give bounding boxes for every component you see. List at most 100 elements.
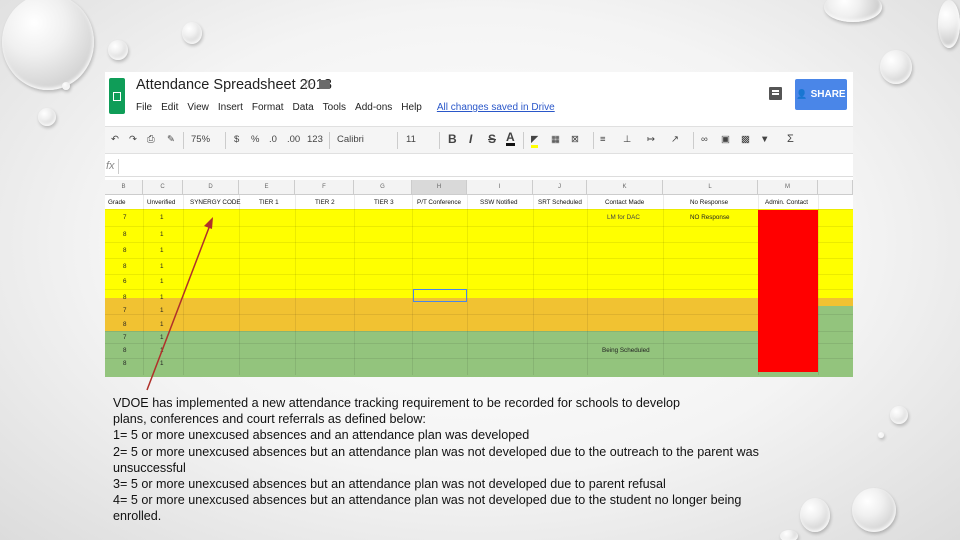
header-cell[interactable]: Grade xyxy=(108,199,126,206)
percent-format-button[interactable]: % xyxy=(251,134,259,145)
increase-decimal-button[interactable]: .00 xyxy=(287,134,300,145)
header-cell[interactable]: TIER 2 xyxy=(315,199,335,206)
grade-cell[interactable]: 8 xyxy=(123,321,127,328)
menu-edit[interactable]: Edit xyxy=(161,102,178,113)
grade-cell[interactable]: 7 xyxy=(123,334,127,341)
column-header[interactable]: C xyxy=(143,180,183,195)
column-header[interactable]: G xyxy=(354,180,412,195)
column-header[interactable]: L xyxy=(663,180,758,195)
column-header[interactable]: B xyxy=(105,180,143,195)
decrease-decimal-button[interactable]: .0 xyxy=(269,134,277,145)
unverified-cell[interactable]: 1 xyxy=(160,214,164,221)
functions-button[interactable]: Σ xyxy=(787,133,794,145)
header-cell[interactable]: Contact Made xyxy=(605,199,644,206)
no-response-cell[interactable]: NO Response xyxy=(690,214,730,221)
grade-cell[interactable]: 7 xyxy=(123,307,127,314)
column-header[interactable]: J xyxy=(533,180,587,195)
insert-chart-icon[interactable]: ▩ xyxy=(741,134,750,145)
unverified-cell[interactable]: 1 xyxy=(160,263,164,270)
font-size-select[interactable]: 11 xyxy=(406,134,416,145)
grid-line xyxy=(105,343,853,344)
grade-cell[interactable]: 8 xyxy=(123,247,127,254)
menu-view[interactable]: View xyxy=(187,102,209,113)
unverified-cell[interactable]: 1 xyxy=(160,334,164,341)
star-icon[interactable]: ☆ xyxy=(302,77,314,93)
menu-format[interactable]: Format xyxy=(252,102,284,113)
menu-insert[interactable]: Insert xyxy=(218,102,243,113)
unverified-cell[interactable]: 1 xyxy=(160,307,164,314)
unverified-cell[interactable]: 1 xyxy=(160,360,164,367)
unverified-cell[interactable]: 1 xyxy=(160,247,164,254)
print-icon[interactable]: ⎙ xyxy=(147,134,155,145)
contact-cell[interactable]: LM for DAC xyxy=(607,214,640,221)
toolbar-divider xyxy=(329,132,330,149)
text-wrap-icon[interactable]: ↦ xyxy=(647,134,655,145)
menu-addons[interactable]: Add-ons xyxy=(355,102,392,113)
grade-cell[interactable]: 8 xyxy=(123,263,127,270)
folder-icon[interactable] xyxy=(319,80,330,89)
grade-cell[interactable]: 8 xyxy=(123,347,127,354)
text-rotation-icon[interactable]: ↗ xyxy=(671,134,679,145)
save-status-link[interactable]: All changes saved in Drive xyxy=(437,102,555,113)
unverified-cell[interactable]: 1 xyxy=(160,347,164,354)
insert-link-icon[interactable]: ∞ xyxy=(701,134,708,145)
menu-tools[interactable]: Tools xyxy=(323,102,346,113)
grid-line xyxy=(354,195,355,375)
menu-help[interactable]: Help xyxy=(401,102,422,113)
filter-icon[interactable]: ▼ xyxy=(760,134,769,145)
grid-line xyxy=(105,358,853,359)
menu-data[interactable]: Data xyxy=(293,102,314,113)
column-header[interactable]: F xyxy=(295,180,354,195)
grade-cell[interactable]: 8 xyxy=(123,360,127,367)
paint-format-icon[interactable]: ✎ xyxy=(167,134,175,145)
undo-icon[interactable]: ↶ xyxy=(111,134,119,145)
redo-icon[interactable]: ↷ xyxy=(129,134,137,145)
vertical-align-icon[interactable]: ⊥ xyxy=(623,134,631,145)
header-cell[interactable]: P/T Conference xyxy=(417,199,461,206)
strikethrough-button[interactable]: S xyxy=(488,132,496,146)
menu-file[interactable]: File xyxy=(136,102,152,113)
selected-cell[interactable] xyxy=(413,289,467,302)
merge-cells-icon[interactable]: ⊠ xyxy=(571,134,579,145)
header-cell[interactable]: SYNERGY CODE xyxy=(190,199,241,206)
horizontal-align-icon[interactable]: ≡ xyxy=(600,134,606,145)
toolbar-divider xyxy=(693,132,694,149)
header-cell[interactable]: SRT Scheduled xyxy=(538,199,582,206)
header-cell[interactable]: Admin. Contact xyxy=(765,199,808,206)
share-button[interactable]: 👤 SHARE xyxy=(795,79,847,110)
zoom-select[interactable]: 75% xyxy=(191,134,210,145)
grade-cell[interactable]: 8 xyxy=(123,231,127,238)
fill-color-icon[interactable]: ◤ xyxy=(531,134,539,148)
grade-cell[interactable]: 7 xyxy=(123,214,127,221)
insert-comment-icon[interactable]: ▣ xyxy=(721,134,730,145)
currency-format-button[interactable]: $ xyxy=(234,134,239,145)
grade-cell[interactable]: 6 xyxy=(123,278,127,285)
header-cell[interactable]: No Response xyxy=(690,199,728,206)
text-color-button[interactable]: A xyxy=(506,131,515,146)
header-cell[interactable]: TIER 3 xyxy=(374,199,394,206)
header-cell[interactable]: Unverified xyxy=(147,199,175,206)
font-family-select[interactable]: Calibri xyxy=(337,134,364,145)
unverified-cell[interactable]: 1 xyxy=(160,294,164,301)
header-cell[interactable]: SSW Notified xyxy=(480,199,517,206)
unverified-cell[interactable]: 1 xyxy=(160,231,164,238)
bold-button[interactable]: B xyxy=(448,132,457,146)
column-header[interactable]: H xyxy=(412,180,467,195)
grade-cell[interactable]: 8 xyxy=(123,294,127,301)
number-format-select[interactable]: 123 xyxy=(307,134,323,145)
column-header[interactable]: I xyxy=(467,180,533,195)
unverified-cell[interactable]: 1 xyxy=(160,278,164,285)
comments-icon[interactable] xyxy=(769,87,782,100)
unverified-cell[interactable]: 1 xyxy=(160,321,164,328)
column-header[interactable]: K xyxy=(587,180,663,195)
italic-button[interactable]: I xyxy=(469,132,472,146)
column-header[interactable]: D xyxy=(183,180,239,195)
formula-input[interactable] xyxy=(123,160,843,174)
borders-icon[interactable]: ▦ xyxy=(551,134,560,145)
column-header[interactable]: E xyxy=(239,180,295,195)
column-header[interactable]: M xyxy=(758,180,818,195)
note-cell[interactable]: Being Scheduled xyxy=(602,347,650,354)
header-cell[interactable]: TIER 1 xyxy=(259,199,279,206)
sheets-logo-icon[interactable] xyxy=(109,78,125,114)
share-label: SHARE xyxy=(810,89,846,100)
